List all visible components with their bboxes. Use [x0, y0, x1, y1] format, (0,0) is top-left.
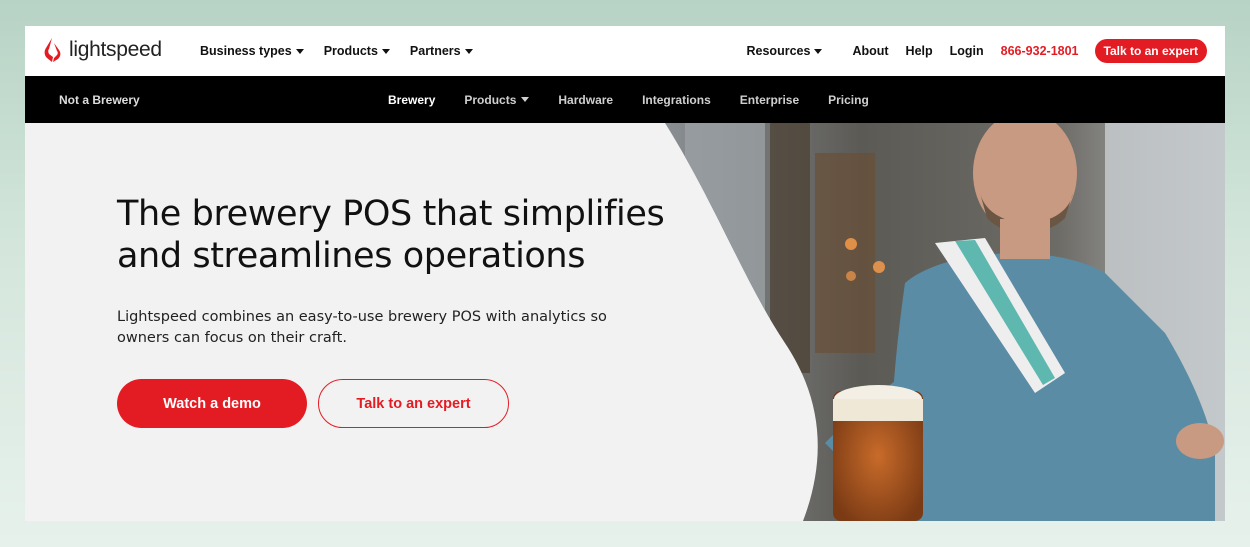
top-navigation: lightspeed Business types Products Partn…	[25, 26, 1225, 76]
secondary-nav: Resources About Help Login 866-932-1801 …	[747, 26, 1207, 76]
hero-subtext-line-2: owners can focus on their craft.	[117, 330, 347, 346]
talk-to-expert-button-header[interactable]: Talk to an expert	[1094, 39, 1207, 63]
subnav-products-label: Products	[464, 92, 517, 107]
nav-help[interactable]: Help	[906, 44, 933, 58]
hero-headline: The brewery POS that simplifies and stre…	[117, 193, 737, 277]
chevron-down-icon	[381, 48, 390, 54]
hero-subtext-line-1: Lightspeed combines an easy-to-use brewe…	[117, 309, 607, 325]
lightspeed-logo[interactable]: lightspeed	[43, 37, 162, 63]
subnav-pricing[interactable]: Pricing	[828, 93, 869, 107]
not-a-brewery-link[interactable]: Not a Brewery	[59, 76, 140, 123]
nav-login[interactable]: Login	[950, 44, 984, 58]
nav-resources[interactable]: Resources	[747, 44, 823, 58]
sub-navigation: Not a Brewery Brewery Products Hardware …	[25, 76, 1225, 123]
hero-headline-line-2: and streamlines operations	[117, 236, 586, 276]
nav-business-types-label: Business types	[200, 44, 292, 58]
nav-products[interactable]: Products	[324, 44, 390, 58]
chevron-down-icon	[814, 48, 823, 54]
subnav-brewery[interactable]: Brewery	[388, 93, 435, 107]
watch-demo-button[interactable]: Watch a demo	[117, 379, 307, 428]
nav-partners-label: Partners	[409, 44, 461, 58]
hero-subtext: Lightspeed combines an easy-to-use brewe…	[117, 307, 617, 349]
nav-partners[interactable]: Partners	[410, 44, 473, 58]
brewery-nav: Brewery Products Hardware Integrations E…	[388, 76, 869, 123]
page-frame: lightspeed Business types Products Partn…	[25, 26, 1225, 521]
chevron-down-icon	[295, 48, 304, 54]
logo-text: lightspeed	[69, 38, 162, 61]
nav-resources-label: Resources	[746, 44, 811, 58]
subnav-integrations[interactable]: Integrations	[642, 93, 711, 107]
hero-headline-line-1: The brewery POS that simplifies	[117, 194, 665, 234]
phone-link[interactable]: 866-932-1801	[1001, 44, 1079, 58]
subnav-hardware[interactable]: Hardware	[558, 93, 613, 107]
subnav-products[interactable]: Products	[464, 92, 530, 107]
primary-nav: Business types Products Partners	[200, 26, 473, 76]
chevron-down-icon	[464, 48, 473, 54]
talk-to-expert-button[interactable]: Talk to an expert	[318, 379, 509, 428]
nav-about[interactable]: About	[852, 44, 888, 58]
hero-section: The brewery POS that simplifies and stre…	[25, 123, 1225, 521]
nav-products-label: Products	[323, 44, 378, 58]
lightspeed-flame-icon	[44, 38, 61, 62]
nav-business-types[interactable]: Business types	[200, 44, 304, 58]
subnav-enterprise[interactable]: Enterprise	[740, 93, 799, 107]
chevron-down-icon	[521, 97, 530, 102]
